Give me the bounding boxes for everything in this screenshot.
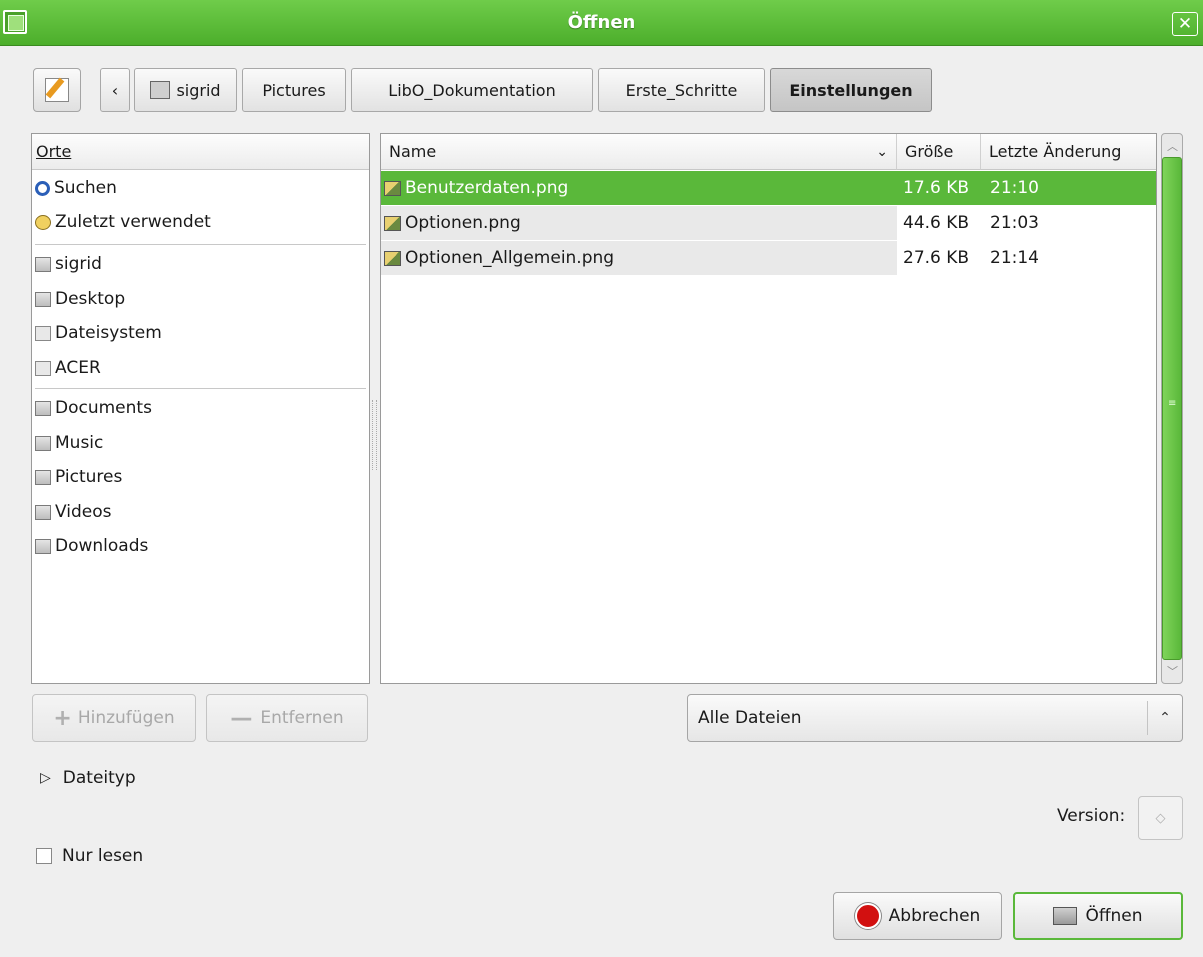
places-item-videos[interactable]: Videos [32,495,369,529]
version-select[interactable]: ◇ [1138,796,1183,840]
pane-splitter[interactable] [372,400,377,470]
places-separator [35,244,366,245]
desktop-folder-icon [35,291,51,307]
recent-icon [35,214,51,230]
close-button[interactable]: ✕ [1172,12,1198,36]
updown-arrow-icon: ◇ [1155,810,1166,826]
path-crumb-erste-schritte[interactable]: Erste_Schritte [598,68,765,112]
version-label: Version: [1057,806,1126,826]
checkbox-icon [36,848,52,864]
music-folder-icon [35,435,51,451]
open-button[interactable]: Öffnen [1013,892,1183,940]
readonly-checkbox[interactable]: Nur lesen [36,845,143,867]
downloads-folder-icon [35,538,51,554]
column-header-name[interactable]: Name ⌄ [381,134,897,170]
places-item-zuletzt-verwendet[interactable]: Zuletzt verwendet [32,205,369,239]
image-file-icon [384,250,401,266]
plus-icon: + [53,705,72,731]
window-title: Öffnen [567,12,636,33]
pencil-icon [45,77,69,102]
minus-icon: — [230,705,253,731]
scroll-up-icon[interactable]: ︿ [1167,138,1178,154]
file-type-filter-select[interactable]: Alle Dateien ⌃ [687,694,1183,742]
edit-location-button[interactable] [33,68,81,112]
places-separator [35,388,366,389]
path-crumb-sigrid[interactable]: sigrid [134,68,237,112]
places-item-sigrid[interactable]: sigrid [32,247,369,281]
home-folder-icon [35,256,51,272]
close-icon: ✕ [1177,14,1193,34]
cancel-button[interactable]: Abbrechen [833,892,1002,940]
open-folder-icon [1053,907,1078,925]
column-header-modified[interactable]: Letzte Änderung [981,134,1156,170]
places-item-music[interactable]: Music [32,426,369,460]
places-item-dateisystem[interactable]: Dateisystem [32,316,369,350]
path-crumb-pictures[interactable]: Pictures [242,68,346,112]
grip-icon: ≡ [1168,398,1177,409]
stop-icon [854,903,881,929]
image-file-icon [384,180,401,196]
column-header-size[interactable]: Größe [897,134,981,170]
add-bookmark-button[interactable]: + Hinzufügen [32,694,196,742]
scroll-down-icon[interactable]: ﹀ [1167,663,1178,679]
sort-descending-icon: ⌄ [876,143,888,160]
scrollbar-thumb[interactable]: ≡ [1162,157,1182,660]
places-item-documents[interactable]: Documents [32,391,369,425]
updown-arrow-icon: ⌃ [1147,701,1182,735]
title-bar: Öffnen ✕ [0,0,1203,46]
expander-arrow-icon: ▷ [40,770,51,786]
file-row-optionen[interactable]: Optionen.png 44.6 KB 21:03 [381,206,1156,240]
documents-folder-icon [35,400,51,416]
dateityp-expander[interactable]: ▷ Dateityp [40,766,136,790]
drive-icon [35,325,51,341]
places-header[interactable]: Orte [32,134,369,170]
image-file-icon [384,215,401,231]
places-item-suchen[interactable]: Suchen [32,171,369,205]
path-back-button[interactable]: ‹ [100,68,130,112]
pictures-folder-icon [35,469,51,485]
home-folder-icon [150,81,171,99]
videos-folder-icon [35,504,51,520]
path-crumb-libo-dokumentation[interactable]: LibO_Dokumentation [351,68,593,112]
places-pane: Orte Suchen Zuletzt verwendet sigrid Des… [31,133,370,684]
search-icon [35,180,50,196]
file-list: Name ⌄ Größe Letzte Änderung Benutzerdat… [380,133,1157,684]
file-row-optionen-allgemein[interactable]: Optionen_Allgemein.png 27.6 KB 21:14 [381,241,1156,275]
file-row-benutzerdaten[interactable]: Benutzerdaten.png 17.6 KB 21:10 [381,171,1156,205]
places-item-pictures[interactable]: Pictures [32,460,369,494]
places-item-acer[interactable]: ACER [32,351,369,385]
places-item-downloads[interactable]: Downloads [32,529,369,563]
remove-bookmark-button[interactable]: — Entfernen [206,694,368,742]
drive-icon [35,360,51,376]
path-crumb-einstellungen[interactable]: Einstellungen [770,68,932,112]
places-item-desktop[interactable]: Desktop [32,282,369,316]
